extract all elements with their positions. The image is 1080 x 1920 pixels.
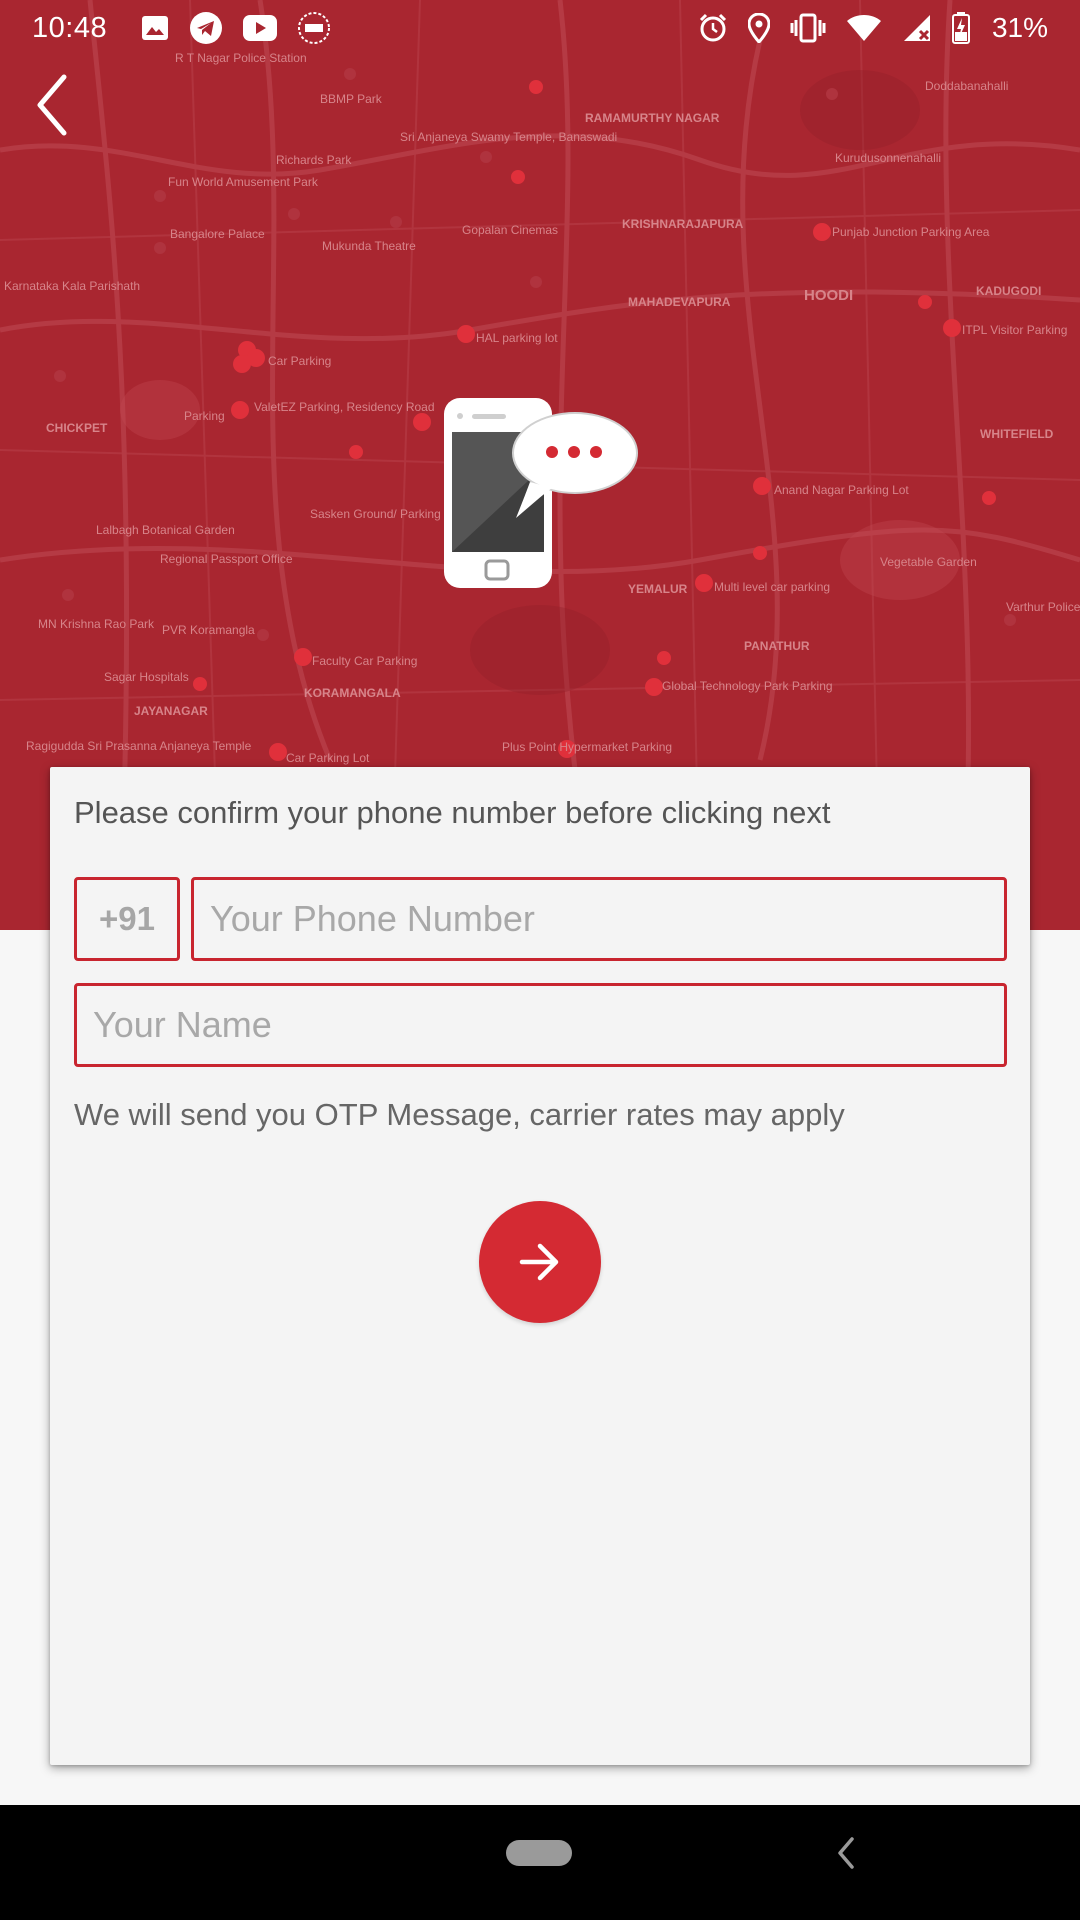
map-label: PANATHUR (744, 639, 810, 653)
signal-icon (903, 15, 930, 41)
home-button[interactable] (506, 1840, 572, 1866)
map-label: Sri Anjaneya Swamy Temple, Banaswadi (400, 130, 617, 144)
map-label: Global Technology Park Parking (662, 679, 833, 693)
map-label: RAMAMURTHY NAGAR (585, 111, 720, 125)
map-label: Varthur Police (1006, 600, 1080, 614)
back-button[interactable] (22, 70, 82, 140)
battery-percentage: 31% (991, 12, 1048, 43)
app-badge-icon (298, 12, 331, 44)
map-label: Regional Passport Office (160, 552, 293, 566)
phone-message-icon (444, 398, 638, 588)
map-label: ValetEZ Parking, Residency Road (254, 400, 435, 414)
map-label: Lalbagh Botanical Garden (96, 523, 235, 537)
map-label: MAHADEVAPURA (628, 295, 731, 309)
map-label: KADUGODI (976, 284, 1041, 298)
name-input[interactable] (93, 1004, 1004, 1046)
map-label: Karnataka Kala Parishath (4, 279, 140, 293)
map-label: Bangalore Palace (170, 227, 265, 241)
map-label: JAYANAGAR (134, 704, 208, 718)
next-button[interactable] (479, 1201, 601, 1323)
status-bar: 10:48 31% (0, 0, 1080, 56)
map-label: Gopalan Cinemas (462, 223, 558, 237)
battery-icon (951, 12, 970, 44)
map-label: BBMP Park (320, 92, 383, 106)
map-label: KORAMANGALA (304, 686, 401, 700)
youtube-icon (243, 15, 278, 41)
map-label: Car Parking (268, 354, 331, 368)
map-label: Fun World Amusement Park (168, 175, 319, 189)
phone-number-input[interactable] (210, 898, 1004, 940)
map-label: Doddabanahalli (925, 79, 1008, 93)
wifi-icon (846, 15, 881, 41)
map-label: Car Parking Lot (286, 751, 370, 765)
map-label: WHITEFIELD (980, 427, 1054, 441)
arrow-right-icon (519, 1243, 559, 1281)
map-label: KRISHNARAJAPURA (622, 217, 744, 231)
map-label: Richards Park (276, 153, 352, 167)
otp-note-text: We will send you OTP Message, carrier ra… (74, 1097, 845, 1132)
map-label: MN Krishna Rao Park (38, 617, 155, 631)
telegram-icon (190, 12, 223, 44)
nav-back-icon[interactable] (836, 1835, 856, 1871)
notification-icons (141, 11, 331, 45)
alarm-icon (699, 13, 727, 42)
map-label: HOODI (804, 287, 853, 304)
map-label: CHICKPET (46, 421, 108, 435)
map-label: Plus Point Hypermarket Parking (502, 740, 672, 754)
phone-number-field[interactable] (191, 877, 1007, 961)
phone-confirmation-card: Please confirm your phone number before … (50, 767, 1030, 1765)
image-icon (142, 16, 169, 40)
system-icons: 31% (698, 12, 1048, 44)
map-label: Kurudusonnenahalli (835, 151, 941, 165)
map-label: HAL parking lot (476, 331, 558, 345)
vibrate-icon (790, 13, 826, 43)
map-label: Punjab Junction Parking Area (832, 225, 990, 239)
map-label: Anand Nagar Parking Lot (774, 483, 909, 497)
map-label: ITPL Visitor Parking (962, 323, 1067, 337)
map-label: Faculty Car Parking (312, 654, 417, 668)
map-label: Mukunda Theatre (322, 239, 416, 253)
map-label: Vegetable Garden (880, 555, 977, 569)
map-label: Sagar Hospitals (104, 670, 189, 684)
chevron-left-icon (37, 74, 67, 136)
map-label: Parking (184, 409, 225, 423)
instruction-text: Please confirm your phone number before … (74, 795, 831, 830)
map-label: Ragigudda Sri Prasanna Anjaneya Temple (26, 739, 252, 753)
status-time: 10:48 (32, 11, 108, 44)
country-code-field[interactable]: +91 (74, 877, 180, 961)
name-field[interactable] (74, 983, 1007, 1067)
map-label: PVR Koramangla (162, 623, 255, 637)
navigation-bar (0, 1805, 1080, 1920)
country-code-value: +91 (99, 900, 155, 937)
location-icon (747, 13, 770, 43)
map-label: Multi level car parking (714, 580, 830, 594)
